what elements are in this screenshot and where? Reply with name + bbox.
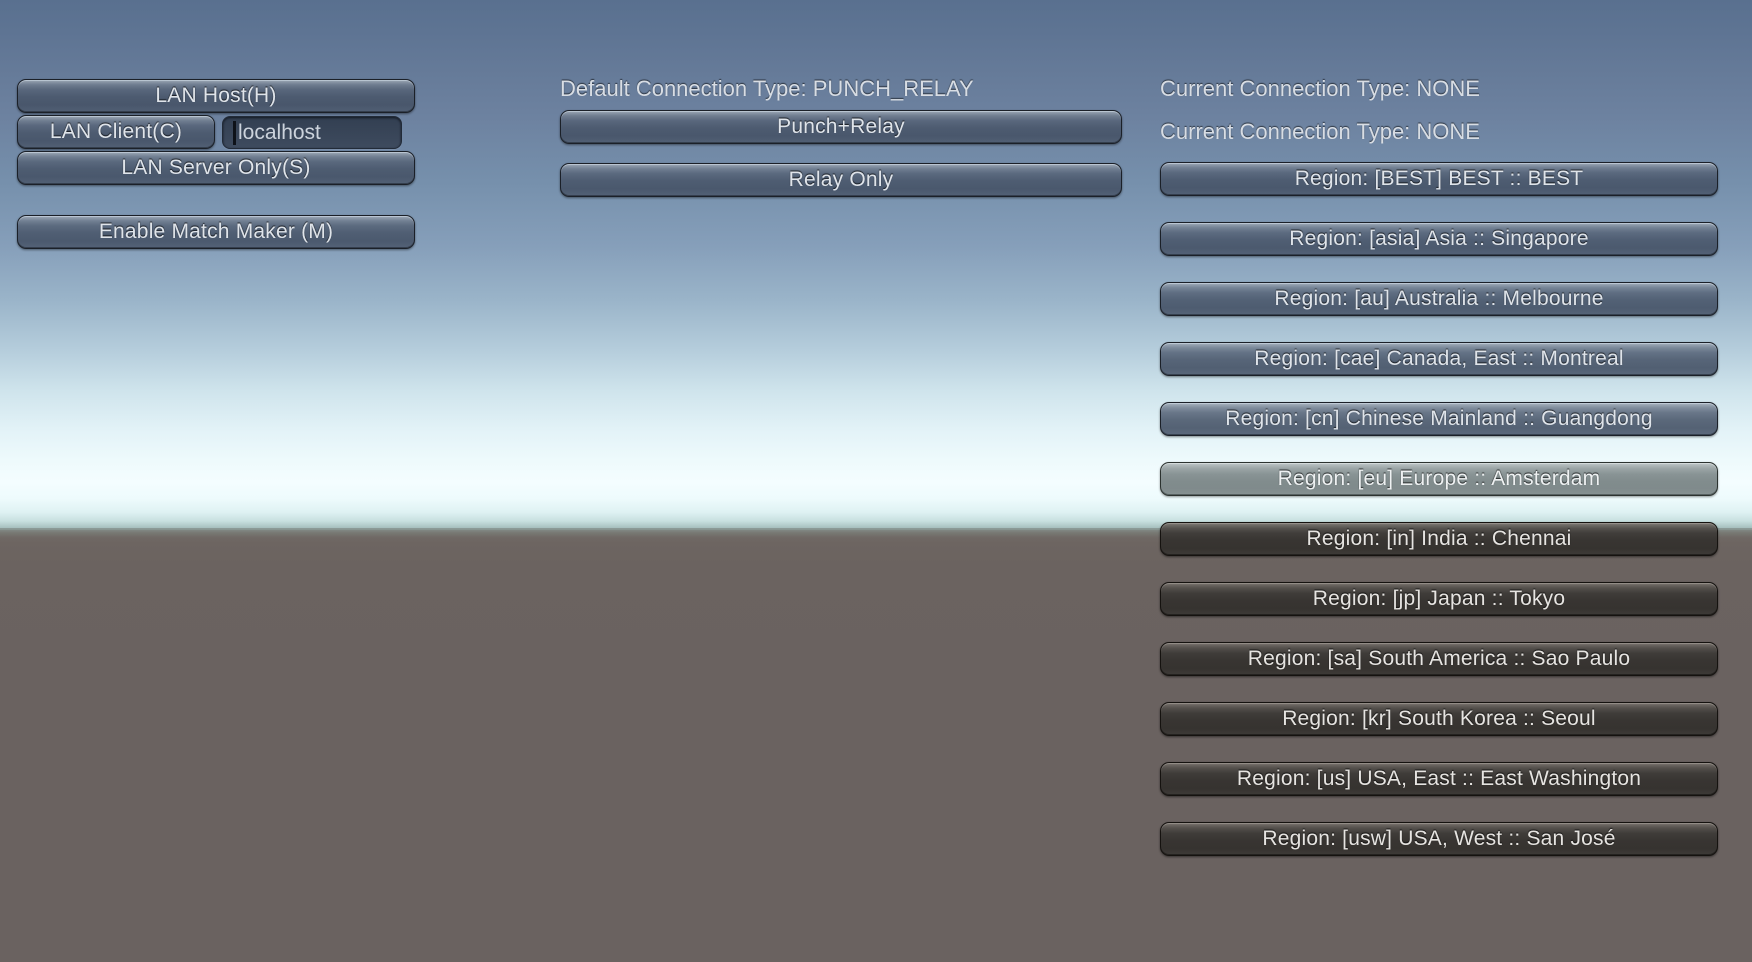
- current-connection-type-label-secondary: Current Connection Type: NONE: [1160, 119, 1480, 144]
- region-button[interactable]: Region: [jp] Japan :: Tokyo: [1160, 582, 1718, 616]
- text-caret: [233, 120, 236, 145]
- region-button[interactable]: Region: [sa] South America :: Sao Paulo: [1160, 642, 1718, 676]
- region-button-label: Region: [BEST] BEST :: BEST: [1294, 167, 1584, 190]
- lan-server-only-button-label: LAN Server Only(S): [121, 156, 311, 179]
- lan-host-button[interactable]: LAN Host(H): [17, 79, 415, 113]
- region-button[interactable]: Region: [in] India :: Chennai: [1160, 522, 1718, 556]
- region-button[interactable]: Region: [au] Australia :: Melbourne: [1160, 282, 1718, 316]
- enable-match-maker-button-label: Enable Match Maker (M): [98, 220, 334, 243]
- lan-server-only-button[interactable]: LAN Server Only(S): [17, 151, 415, 185]
- region-button-label: Region: [sa] South America :: Sao Paulo: [1247, 647, 1631, 670]
- network-manager-hud: LAN Host(H) LAN Client(C) localhost LAN …: [0, 0, 1752, 962]
- panel-spacer: [17, 187, 415, 213]
- relay-only-button[interactable]: Relay Only: [560, 163, 1122, 197]
- region-button[interactable]: Region: [cn] Chinese Mainland :: Guangdo…: [1160, 402, 1718, 436]
- punch-relay-button-label: Punch+Relay: [777, 115, 905, 138]
- region-button[interactable]: Region: [eu] Europe :: Amsterdam: [1160, 462, 1718, 496]
- region-button[interactable]: Region: [BEST] BEST :: BEST: [1160, 162, 1718, 196]
- current-connection-type-label-primary: Current Connection Type: NONE: [1160, 76, 1480, 101]
- lan-host-button-label: LAN Host(H): [155, 84, 277, 107]
- lan-panel: LAN Host(H) LAN Client(C) localhost LAN …: [17, 79, 415, 251]
- lan-client-row: LAN Client(C) localhost: [17, 115, 415, 149]
- region-button-label: Region: [in] India :: Chennai: [1306, 527, 1572, 550]
- region-button-label: Region: [jp] Japan :: Tokyo: [1312, 587, 1566, 610]
- region-button[interactable]: Region: [kr] South Korea :: Seoul: [1160, 702, 1718, 736]
- punch-relay-button[interactable]: Punch+Relay: [560, 110, 1122, 144]
- connection-type-panel: Default Connection Type: PUNCH_RELAY Pun…: [560, 76, 1122, 197]
- region-button-label: Region: [usw] USA, West :: San José: [1262, 827, 1616, 850]
- region-button[interactable]: Region: [cae] Canada, East :: Montreal: [1160, 342, 1718, 376]
- region-button-label: Region: [us] USA, East :: East Washingto…: [1236, 767, 1642, 790]
- client-address-input[interactable]: localhost: [222, 116, 402, 149]
- region-button-label: Region: [cn] Chinese Mainland :: Guangdo…: [1225, 407, 1653, 430]
- region-button[interactable]: Region: [usw] USA, West :: San José: [1160, 822, 1718, 856]
- client-address-value: localhost: [238, 120, 321, 144]
- region-button-list: Region: [BEST] BEST :: BESTRegion: [asia…: [1160, 162, 1718, 856]
- region-button-label: Region: [eu] Europe :: Amsterdam: [1277, 467, 1601, 490]
- region-button[interactable]: Region: [asia] Asia :: Singapore: [1160, 222, 1718, 256]
- region-button-label: Region: [au] Australia :: Melbourne: [1274, 287, 1604, 310]
- relay-only-button-label: Relay Only: [788, 168, 894, 191]
- status-region-panel: Current Connection Type: NONE Current Co…: [1160, 76, 1718, 856]
- region-button-label: Region: [cae] Canada, East :: Montreal: [1254, 347, 1624, 370]
- enable-match-maker-button[interactable]: Enable Match Maker (M): [17, 215, 415, 249]
- region-button[interactable]: Region: [us] USA, East :: East Washingto…: [1160, 762, 1718, 796]
- lan-client-button[interactable]: LAN Client(C): [17, 115, 215, 149]
- default-connection-type-label: Default Connection Type: PUNCH_RELAY: [560, 76, 974, 101]
- lan-client-button-label: LAN Client(C): [49, 120, 183, 143]
- region-button-label: Region: [kr] South Korea :: Seoul: [1282, 707, 1596, 730]
- region-button-label: Region: [asia] Asia :: Singapore: [1289, 227, 1589, 250]
